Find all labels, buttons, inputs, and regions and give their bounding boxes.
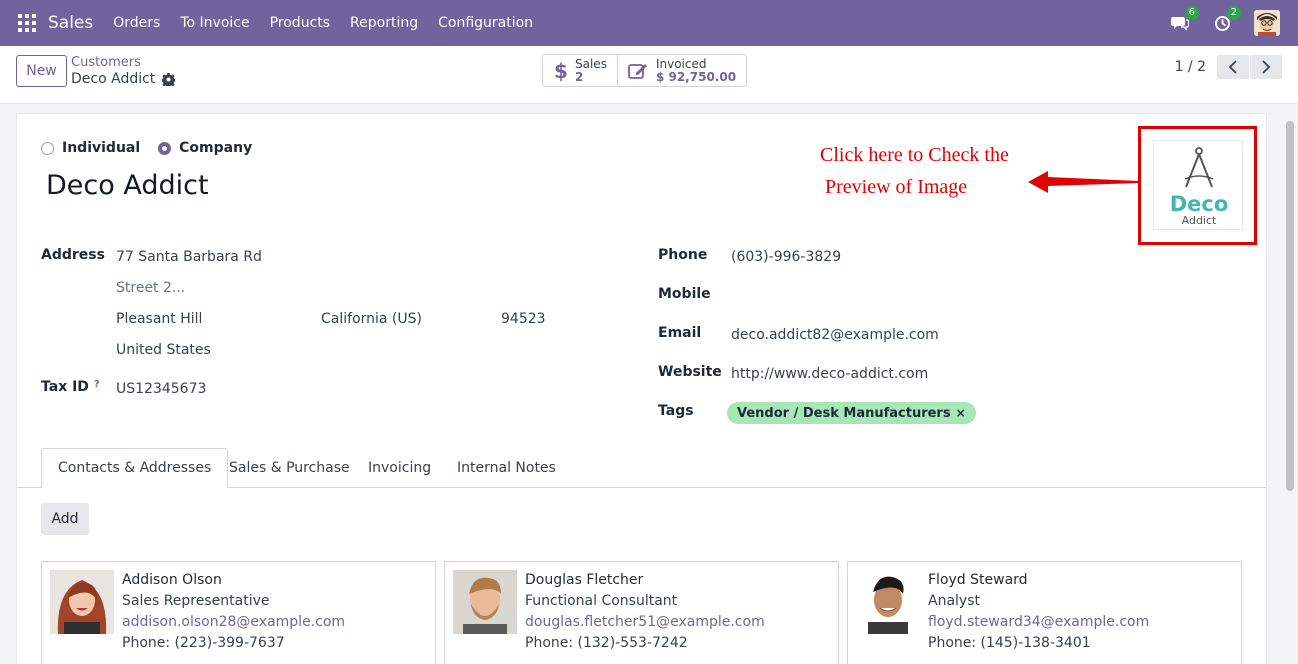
breadcrumb: Customers Deco Addict <box>71 55 176 88</box>
radio-company[interactable] <box>158 141 172 155</box>
tab-contacts-addresses[interactable]: Contacts & Addresses <box>41 448 229 488</box>
contact-email[interactable]: floyd.steward34@example.com <box>928 612 1149 633</box>
phone-label: Phone <box>658 247 708 263</box>
contact-card[interactable]: Douglas Fletcher Functional Consultant d… <box>444 561 839 664</box>
sales-smart-button[interactable]: $ Sales 2 <box>543 55 617 86</box>
tag-badge: Vendor / Desk Manufacturers × <box>727 402 976 424</box>
radio-individual[interactable] <box>41 141 54 155</box>
sales-smart-label: Sales <box>575 56 607 71</box>
annotation-arrow-icon <box>1028 171 1139 193</box>
tag-label: Vendor / Desk Manufacturers <box>737 405 951 421</box>
edit-document-icon <box>628 63 647 79</box>
new-button[interactable]: New <box>16 55 67 87</box>
tab-invoicing[interactable]: Invoicing <box>352 448 447 488</box>
invoiced-smart-label: Invoiced <box>655 56 707 71</box>
smart-buttons: $ Sales 2 Invoiced $ 92,750.00 <box>542 54 748 87</box>
notebook-tabs: Contacts & Addresses Sales & Purchase In… <box>17 448 1266 488</box>
country-field[interactable]: United States <box>116 342 211 358</box>
messages-button[interactable]: 6 <box>1170 6 1199 33</box>
menu-to-invoice[interactable]: To Invoice <box>180 15 249 31</box>
control-panel: New Customers Deco Addict $ Sales 2 Invo… <box>0 46 1298 104</box>
sales-smart-value: 2 <box>575 69 584 84</box>
website-label: Website <box>658 364 722 380</box>
pager-value[interactable]: 1 / 2 <box>1175 59 1206 75</box>
phone-field[interactable]: (603)-996-3829 <box>731 249 841 265</box>
apps-menu-icon[interactable] <box>18 14 36 32</box>
menu-orders[interactable]: Orders <box>113 15 160 31</box>
contact-function: Analyst <box>928 593 980 609</box>
state-field[interactable]: California (US) <box>321 311 422 327</box>
contact-name: Floyd Steward <box>928 572 1028 588</box>
address-label: Address <box>41 247 105 263</box>
contact-function: Functional Consultant <box>525 593 678 609</box>
image-highlight-box: Deco Addict <box>1138 126 1257 245</box>
radio-individual-label[interactable]: Individual <box>62 140 140 156</box>
tag-remove-icon[interactable]: × <box>956 406 966 420</box>
contact-card[interactable]: Floyd Steward Analyst floyd.steward34@ex… <box>847 561 1242 664</box>
annotation-line-1: Click here to Check the <box>820 144 1009 166</box>
radio-company-label[interactable]: Company <box>179 140 252 156</box>
contact-card[interactable]: Addison Olson Sales Representative addis… <box>41 561 436 664</box>
contact-email[interactable]: douglas.fletcher51@example.com <box>525 612 765 633</box>
contact-function: Sales Representative <box>122 593 270 609</box>
breadcrumb-customers[interactable]: Customers <box>71 55 175 70</box>
user-avatar[interactable] <box>1254 10 1280 36</box>
logo-text-deco: Deco <box>1169 192 1229 216</box>
city-field[interactable]: Pleasant Hill <box>116 311 202 327</box>
partner-image[interactable]: Deco Addict <box>1153 140 1243 230</box>
messages-count-badge: 6 <box>1184 6 1199 20</box>
contact-photo <box>856 570 920 634</box>
contact-phone: Phone: (145)-138-3401 <box>928 635 1091 651</box>
tab-internal-notes[interactable]: Internal Notes <box>441 448 572 488</box>
chevron-right-icon <box>1262 60 1271 74</box>
website-field[interactable]: http://www.deco-addict.com <box>731 366 928 382</box>
contact-email[interactable]: addison.olson28@example.com <box>122 612 345 633</box>
activities-button[interactable]: 2 <box>1212 6 1241 33</box>
form-sheet: Individual Company Deco Addict Address 7… <box>16 113 1267 664</box>
menu-reporting[interactable]: Reporting <box>350 15 418 31</box>
taxid-label-text: Tax ID <box>41 379 89 395</box>
pager-previous-button[interactable] <box>1217 55 1249 79</box>
tab-sales-purchase[interactable]: Sales & Purchase <box>213 448 366 488</box>
taxid-help-icon[interactable]: ? <box>94 379 100 390</box>
add-contact-button[interactable]: Add <box>41 503 89 535</box>
invoiced-smart-value: $ 92,750.00 <box>655 69 737 84</box>
gear-icon[interactable] <box>162 72 176 86</box>
tags-label: Tags <box>658 403 694 419</box>
email-field[interactable]: deco.addict82@example.com <box>731 327 939 343</box>
annotation-line-2: Preview of Image <box>825 176 968 198</box>
contact-name: Douglas Fletcher <box>525 572 644 588</box>
contact-photo <box>50 570 114 634</box>
activities-count-badge: 2 <box>1226 6 1241 20</box>
dollar-icon: $ <box>554 60 567 82</box>
contact-photo <box>453 570 517 634</box>
invoiced-smart-button[interactable]: Invoiced $ 92,750.00 <box>616 55 746 86</box>
app-name[interactable]: Sales <box>48 13 93 33</box>
company-type-radio-group: Individual Company <box>41 140 270 156</box>
scrollbar-thumb[interactable] <box>1286 121 1294 491</box>
contact-phone: Phone: (223)-399-7637 <box>122 635 285 651</box>
contact-phone: Phone: (132)-553-7242 <box>525 635 688 651</box>
contact-name: Addison Olson <box>122 572 222 588</box>
email-label: Email <box>658 325 702 341</box>
menu-configuration[interactable]: Configuration <box>438 15 533 31</box>
menu-products[interactable]: Products <box>270 15 330 31</box>
partner-name-field[interactable]: Deco Addict <box>46 170 209 201</box>
street2-field[interactable]: Street 2... <box>116 280 185 296</box>
chevron-left-icon <box>1228 60 1237 74</box>
mobile-label: Mobile <box>658 286 711 302</box>
page-scrollbar[interactable] <box>1284 113 1296 664</box>
street-field[interactable]: 77 Santa Barbara Rd <box>116 249 262 265</box>
taxid-label: Tax ID ? <box>41 379 100 395</box>
compass-logo-icon <box>1184 147 1214 188</box>
taxid-field[interactable]: US12345673 <box>116 381 206 397</box>
breadcrumb-current-label: Deco Addict <box>71 71 156 87</box>
svg-text:$: $ <box>554 60 567 82</box>
zip-field[interactable]: 94523 <box>501 311 546 327</box>
logo-text-addict: Addict <box>1181 214 1217 227</box>
pager: 1 / 2 <box>1175 55 1282 79</box>
breadcrumb-current: Deco Addict <box>71 70 176 88</box>
top-navbar: Sales Orders To Invoice Products Reporti… <box>0 0 1298 46</box>
pager-next-button[interactable] <box>1250 55 1282 79</box>
